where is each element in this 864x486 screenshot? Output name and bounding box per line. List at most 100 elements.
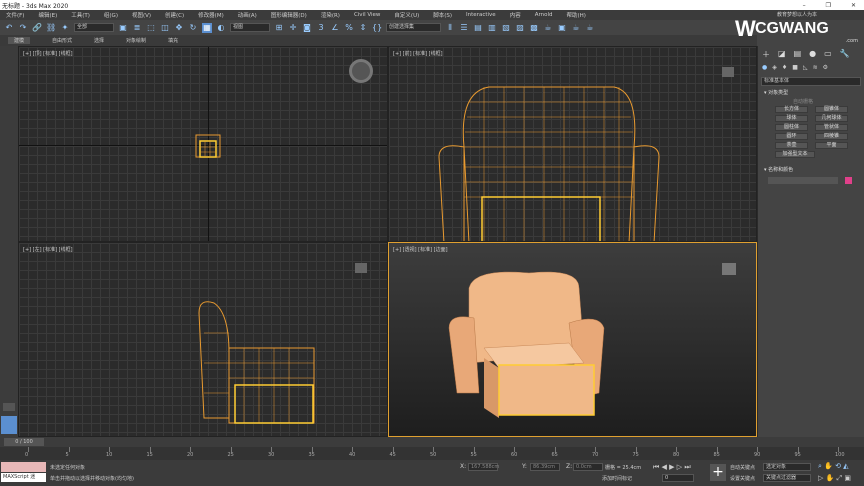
menu-item[interactable]: 帮助(H) — [567, 11, 586, 19]
primitive-button[interactable]: 茶壶 — [775, 142, 808, 149]
undo-icon[interactable]: ↶ — [4, 23, 14, 33]
menu-item[interactable]: Interactive — [466, 12, 496, 18]
menu-item[interactable]: 自定义(U) — [394, 11, 419, 19]
object-category-dropdown[interactable]: 标准基本体 — [761, 77, 861, 86]
keyboard-shortcut-icon[interactable]: ◙ — [302, 23, 312, 33]
helpers-icon[interactable]: ◺ — [803, 64, 808, 71]
viewcube-icon[interactable] — [722, 263, 736, 275]
unlink-icon[interactable]: ⛓ — [46, 23, 56, 33]
primitive-button[interactable]: 圆环 — [775, 133, 808, 140]
bind-spacewarp-icon[interactable]: ✦ — [60, 23, 70, 33]
manipulate-icon[interactable]: ✛ — [288, 23, 298, 33]
percent-snap-icon[interactable]: % — [344, 23, 354, 33]
render-setup-icon[interactable]: ☕ — [543, 23, 553, 33]
tab-selection[interactable]: 选择 — [94, 37, 104, 44]
minimize-button[interactable]: – — [803, 2, 806, 9]
schematic-view-icon[interactable]: ▨ — [515, 23, 525, 33]
viewport-front[interactable]: [+] [前] [标准] [线框] — [388, 46, 757, 242]
menu-item[interactable]: 创建(C) — [165, 11, 184, 19]
menu-item[interactable]: Arnold — [535, 12, 553, 18]
curve-editor-icon[interactable]: ▧ — [501, 23, 511, 33]
selection-filter-dropdown[interactable]: 全部 — [74, 23, 114, 32]
align-icon[interactable]: ☰ — [459, 23, 469, 33]
pivot-icon[interactable]: ⊞ — [274, 23, 284, 33]
selected-object-dropdown[interactable]: 选定对象 — [763, 463, 811, 471]
menu-item[interactable]: Civil View — [354, 12, 380, 18]
link-icon[interactable]: 🔗 — [32, 23, 42, 33]
menu-item[interactable]: 图形编辑器(D) — [271, 11, 307, 19]
y-coord-field[interactable]: 86.39cm — [530, 463, 560, 471]
object-name-input[interactable] — [768, 177, 838, 184]
z-coord-field[interactable]: 0.0cm — [573, 463, 603, 471]
motion-tab-icon[interactable]: ● — [809, 49, 816, 60]
edit-named-selection-icon[interactable]: {} — [372, 23, 382, 33]
redo-icon[interactable]: ↷ — [18, 23, 28, 33]
set-key-plus-icon[interactable]: + — [710, 464, 726, 481]
geometry-icon[interactable]: ● — [762, 64, 767, 71]
move-icon[interactable]: ✥ — [174, 23, 184, 33]
hierarchy-tab-icon[interactable]: ▤ — [794, 49, 802, 60]
select-by-name-icon[interactable]: ≣ — [132, 23, 142, 33]
menu-item[interactable]: 修改器(M) — [198, 11, 224, 19]
viewport-perspective[interactable]: [+] [透视] [标准] [边面] — [388, 242, 757, 437]
object-color-swatch[interactable] — [845, 177, 852, 184]
display-tab-icon[interactable]: ▭ — [824, 49, 832, 60]
primitive-button[interactable]: 四棱锥 — [815, 133, 848, 140]
tab-freeform[interactable]: 自由形式 — [52, 37, 72, 44]
viewport-nav-icons-2[interactable]: ▷ ✋ ⤢ ▣ — [818, 474, 851, 483]
maximize-button[interactable]: ❐ — [826, 2, 831, 9]
utilities-tab-icon[interactable]: 🔧 — [840, 49, 850, 60]
maxscript-listener[interactable] — [1, 462, 46, 472]
menu-item[interactable]: 组(G) — [104, 11, 118, 19]
render-icon[interactable]: ☕ — [571, 23, 581, 33]
tab-modeling[interactable]: 建模 — [8, 37, 31, 44]
autogrid-checkbox[interactable]: 自动栅格 — [793, 98, 813, 105]
named-selection-dropdown[interactable]: 创建选择集 — [386, 23, 441, 32]
primitive-button[interactable]: 长方体 — [775, 106, 808, 113]
tab-populate[interactable]: 填充 — [168, 37, 178, 44]
placement-icon[interactable]: ◐ — [216, 23, 226, 33]
modify-tab-icon[interactable]: ◪ — [778, 49, 786, 60]
menu-item[interactable]: 编辑(E) — [38, 11, 57, 19]
current-frame-field[interactable]: 0 — [662, 474, 694, 482]
rect-selection-icon[interactable]: ⬚ — [146, 23, 156, 33]
spinner-snap-icon[interactable]: ⇕ — [358, 23, 368, 33]
key-filters-button[interactable]: 关键点过滤器 — [763, 474, 811, 482]
x-coord-field[interactable]: 167.588cm — [468, 463, 499, 471]
viewport-left[interactable]: [+] [左] [标准] [线框] — [18, 242, 388, 437]
viewport-layout-toggle[interactable] — [3, 403, 15, 411]
primitive-button[interactable]: 加强型文本 — [775, 151, 815, 158]
lights-icon[interactable]: ♦ — [782, 64, 787, 71]
viewport-top[interactable]: [+] [顶] [标准] [线框] — [18, 46, 388, 242]
layer-explorer-icon[interactable]: ▥ — [487, 23, 497, 33]
snap-icon[interactable]: 3 — [316, 23, 326, 33]
cameras-icon[interactable]: ■ — [792, 64, 798, 71]
viewport-layout-icon[interactable] — [1, 416, 17, 434]
select-scale-icon[interactable]: ▦ — [202, 22, 212, 33]
playback-controls[interactable]: ⏮ ◀ ▶ ▷ ⏭ — [653, 463, 691, 472]
auto-key-button[interactable]: 自动关键点 — [730, 464, 755, 471]
menu-item[interactable]: 动画(A) — [238, 11, 257, 19]
window-crossing-icon[interactable]: ◫ — [160, 23, 170, 33]
reference-coord-dropdown[interactable]: 视图 — [230, 23, 270, 32]
maxscript-input[interactable]: MAXScript 迷 — [1, 473, 46, 482]
scene-explorer-icon[interactable]: ▤ — [473, 23, 483, 33]
systems-icon[interactable]: ⚙ — [823, 64, 828, 71]
menu-item[interactable]: 文件(F) — [6, 11, 24, 19]
primitive-button[interactable]: 圆锥体 — [815, 106, 848, 113]
menu-item[interactable]: 视图(V) — [132, 11, 151, 19]
viewport-nav-icons[interactable]: ⌕ ✋ ⟲ ◭ — [818, 462, 849, 471]
menu-item[interactable]: 脚本(S) — [433, 11, 452, 19]
set-key-button[interactable]: 设置关键点 — [730, 475, 755, 482]
create-tab-icon[interactable]: ＋ — [762, 49, 770, 60]
viewcube-icon[interactable] — [355, 263, 367, 273]
primitive-button[interactable]: 几何球体 — [815, 115, 848, 122]
primitive-button[interactable]: 管状体 — [815, 124, 848, 131]
select-object-icon[interactable]: ▣ — [118, 23, 128, 33]
render-online-icon[interactable]: ☕ — [585, 23, 595, 33]
menu-item[interactable]: 工具(T) — [71, 11, 90, 19]
add-time-tag[interactable]: 添加时间标记 — [602, 475, 632, 482]
menu-item[interactable]: 内容 — [510, 11, 521, 19]
close-button[interactable]: ✕ — [851, 2, 856, 9]
mirror-icon[interactable]: ⫴ — [445, 23, 455, 33]
